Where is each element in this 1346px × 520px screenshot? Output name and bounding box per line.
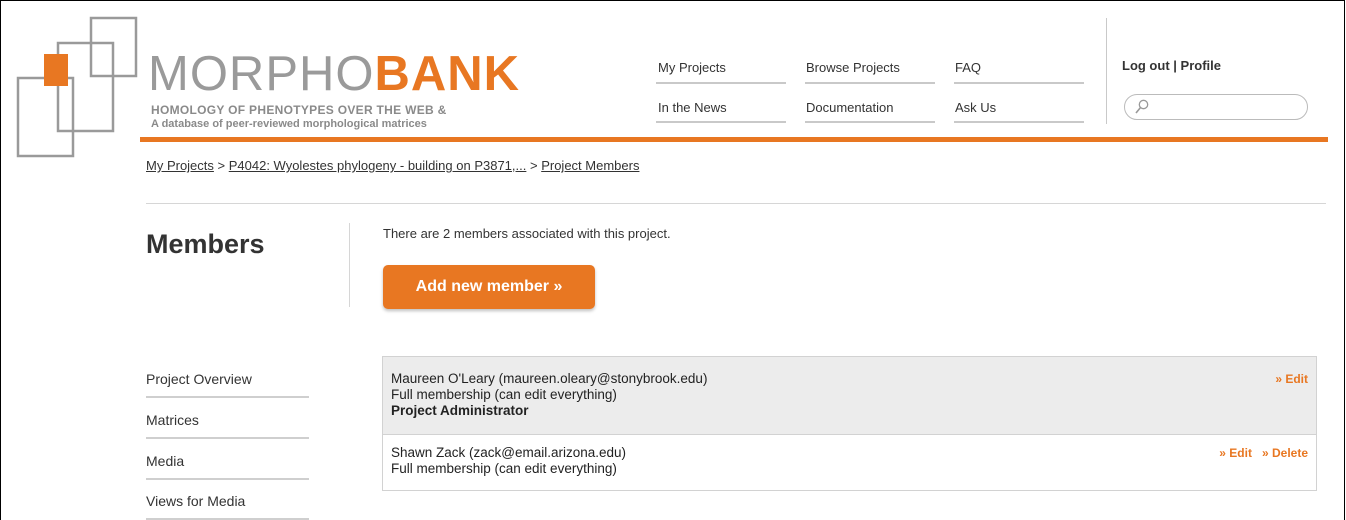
nav-divider [656, 82, 786, 84]
nav-my-projects[interactable]: My Projects [658, 60, 726, 75]
page-title: Members [146, 229, 265, 259]
breadcrumb-my-projects[interactable]: My Projects [146, 158, 214, 173]
breadcrumb: My Projects > P4042: Wyolestes phylogeny… [146, 158, 639, 173]
breadcrumb-separator: > [213, 158, 229, 173]
sidebar-item-matrices[interactable]: Matrices [146, 412, 309, 439]
member-membership: Full membership (can edit everything) [391, 461, 617, 476]
header-accent-bar [140, 137, 1328, 142]
nav-divider [954, 82, 1084, 84]
search-icon [1135, 99, 1149, 114]
breadcrumb-project-members[interactable]: Project Members [541, 158, 639, 173]
nav-divider [656, 121, 786, 123]
add-new-member-button[interactable]: Add new member » [383, 265, 595, 309]
brand-subtagline: A database of peer-reviewed morphologica… [151, 118, 427, 130]
nav-ask-us[interactable]: Ask Us [955, 100, 996, 115]
nav-browse-projects[interactable]: Browse Projects [806, 60, 900, 75]
header-divider [1106, 18, 1107, 124]
members-table: Maureen O'Leary (maureen.oleary@stonybro… [382, 356, 1317, 491]
title-divider [349, 223, 350, 307]
sidebar-item-media[interactable]: Media [146, 453, 309, 480]
search-input[interactable] [1155, 98, 1299, 118]
member-count-text: There are 2 members associated with this… [383, 226, 671, 241]
member-role: Project Administrator [391, 403, 529, 418]
edit-member-button[interactable]: » Edit [1275, 372, 1308, 386]
nav-divider [805, 82, 935, 84]
nav-in-the-news[interactable]: In the News [658, 100, 727, 115]
member-actions: » Edit [1265, 371, 1308, 387]
brand-name-part1: MORPHO [148, 47, 375, 101]
member-name-email: Maureen O'Leary (maureen.oleary@stonybro… [391, 371, 708, 386]
account-links: Log out | Profile [1122, 58, 1221, 73]
nav-faq[interactable]: FAQ [955, 60, 981, 75]
member-row: Maureen O'Leary (maureen.oleary@stonybro… [383, 357, 1316, 434]
breadcrumb-project[interactable]: P4042: Wyolestes phylogeny - building on… [229, 158, 527, 173]
member-actions: » Edit » Delete [1209, 445, 1308, 461]
breadcrumb-divider [146, 203, 1326, 204]
member-name-email: Shawn Zack (zack@email.arizona.edu) [391, 445, 627, 460]
brand-wordmark[interactable]: MORPHOBANK [148, 50, 520, 99]
sidebar-item-project-overview[interactable]: Project Overview [146, 371, 309, 398]
delete-member-button[interactable]: » Delete [1262, 446, 1308, 460]
edit-member-button[interactable]: » Edit [1219, 446, 1252, 460]
sidebar-item-views-for-media[interactable]: Views for Media [146, 493, 309, 520]
logout-link[interactable]: Log out [1122, 58, 1170, 73]
account-separator: | [1169, 58, 1181, 73]
profile-link[interactable]: Profile [1181, 58, 1221, 73]
morphobank-logo-icon[interactable] [16, 16, 138, 158]
nav-divider [954, 121, 1084, 123]
breadcrumb-separator: > [526, 158, 542, 173]
nav-divider [805, 121, 935, 123]
brand-tagline: HOMOLOGY OF PHENOTYPES OVER THE WEB & [151, 103, 447, 117]
brand-name-part2: BANK [374, 47, 521, 101]
member-row: Shawn Zack (zack@email.arizona.edu) Full… [383, 434, 1316, 490]
nav-documentation[interactable]: Documentation [806, 100, 893, 115]
member-membership: Full membership (can edit everything) [391, 387, 617, 402]
search-box[interactable] [1124, 94, 1308, 120]
